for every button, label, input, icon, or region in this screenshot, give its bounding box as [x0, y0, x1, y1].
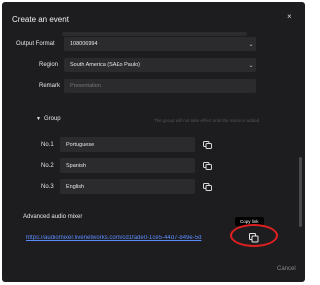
output-format-label: Output Format [16, 41, 55, 47]
copy-icon[interactable] [203, 183, 212, 191]
dialog-title: Create an event [12, 15, 69, 24]
chevron-down-icon: ▼ [36, 116, 41, 122]
region-label: Region [39, 62, 59, 68]
group-row-value: Portuguese [66, 141, 95, 148]
group-hint: The group will not take effect until the… [154, 118, 261, 123]
advanced-mixer-title: Advanced audio mixer [23, 214, 83, 220]
copy-icon[interactable] [203, 141, 212, 149]
region-value: South America (SÃ£o Paulo) [70, 62, 141, 68]
create-event-dialog: Create an event × Output Format 10800699… [2, 2, 305, 282]
top-divider [62, 32, 247, 36]
close-icon[interactable]: × [287, 13, 292, 21]
remark-placeholder: Presentation [70, 83, 101, 89]
output-format-value: 108006994 [70, 41, 98, 47]
remark-label: Remark [39, 83, 61, 89]
remark-input[interactable]: Presentation [64, 79, 256, 93]
group-row-label: No.2 [41, 163, 54, 169]
copy-icon[interactable] [249, 233, 259, 243]
group-name-input[interactable]: English [60, 179, 195, 194]
group-row-value: Spanish [66, 162, 86, 169]
group-name-input[interactable]: Portuguese [60, 137, 195, 152]
cancel-button[interactable]: Cancel [277, 266, 296, 272]
copy-icon[interactable] [203, 162, 212, 170]
output-format-select[interactable]: 108006994 ⌄ [64, 37, 256, 51]
scrollbar[interactable] [299, 157, 302, 227]
region-select[interactable]: South America (SÃ£o Paulo) ⌄ [64, 58, 256, 72]
audio-mixer-link[interactable]: https://audiomixer.livenetworks.com/cd1f… [26, 235, 236, 241]
group-row-label: No.1 [41, 142, 54, 148]
chevron-down-icon: ⌄ [248, 62, 254, 69]
group-label: Group [43, 116, 61, 122]
group-toggle[interactable]: ▼ Group [36, 116, 61, 122]
group-row-value: English [66, 183, 85, 190]
group-row-label: No.3 [41, 184, 54, 190]
chevron-down-icon: ⌄ [248, 41, 254, 48]
group-name-input[interactable]: Spanish [60, 158, 195, 173]
